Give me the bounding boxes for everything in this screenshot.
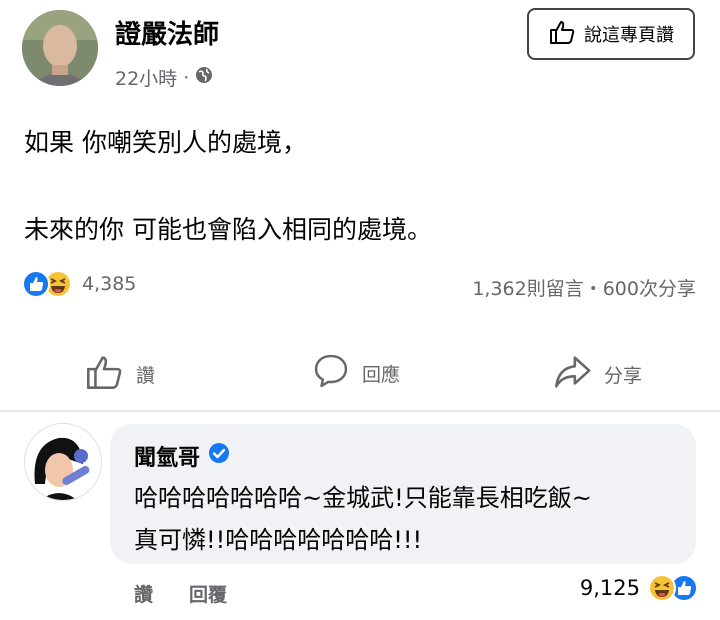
share-label: 分享 bbox=[604, 365, 643, 387]
haha-reaction-icon bbox=[648, 574, 676, 602]
like-page-button[interactable]: 說這專頁讚 bbox=[527, 8, 695, 60]
share-icon bbox=[552, 352, 592, 397]
comment-reaction-count: 9,125 bbox=[579, 576, 640, 600]
like-reaction-icon bbox=[22, 270, 50, 298]
post-text-line-2: 未來的你 可能也會陷入相同的處境。 bbox=[24, 215, 432, 244]
post-text-line-1: 如果 你嘲笑別人的處境， bbox=[24, 128, 307, 157]
author-avatar[interactable] bbox=[22, 10, 98, 86]
share-button[interactable]: 分享 bbox=[552, 352, 642, 397]
post-stats[interactable]: 1,362則留言・600次分享 bbox=[472, 274, 696, 301]
comment-label: 回應 bbox=[362, 364, 401, 386]
meta-separator: · bbox=[183, 66, 190, 89]
commenter-avatar[interactable] bbox=[24, 423, 102, 501]
divider bbox=[0, 410, 720, 412]
reaction-count: 4,385 bbox=[82, 273, 137, 295]
comment-reaction-summary[interactable]: 9,125 bbox=[580, 574, 698, 602]
like-label: 讚 bbox=[136, 365, 156, 387]
commenter-name[interactable]: 聞氫哥 bbox=[134, 440, 230, 472]
post-time[interactable]: 22小時 bbox=[115, 64, 177, 91]
post-meta: 22小時 · bbox=[115, 64, 213, 91]
comment-button[interactable]: 回應 bbox=[312, 352, 400, 395]
comment-like-button[interactable]: 讚 bbox=[134, 580, 153, 607]
thumbs-up-icon bbox=[548, 18, 576, 51]
like-button[interactable]: 讚 bbox=[84, 352, 155, 397]
globe-icon bbox=[195, 66, 213, 89]
comment-icon bbox=[312, 352, 350, 395]
verified-icon bbox=[208, 442, 230, 470]
comment-actions: 讚 回覆 bbox=[134, 580, 227, 607]
commenter-name-text: 聞氫哥 bbox=[134, 446, 201, 471]
comment-text-line-1: 哈哈哈哈哈哈哈~金城武!只能靠長相吃飯~ bbox=[134, 484, 592, 512]
like-page-label: 說這專頁讚 bbox=[584, 25, 674, 46]
reaction-summary[interactable]: 4,385 bbox=[22, 270, 136, 298]
thumbs-up-icon bbox=[84, 352, 124, 397]
author-name[interactable]: 證嚴法師 bbox=[115, 14, 219, 51]
comment-text-line-2: 真可憐!!哈哈哈哈哈哈哈!!! bbox=[134, 526, 423, 554]
comment-reply-button[interactable]: 回覆 bbox=[189, 580, 227, 607]
